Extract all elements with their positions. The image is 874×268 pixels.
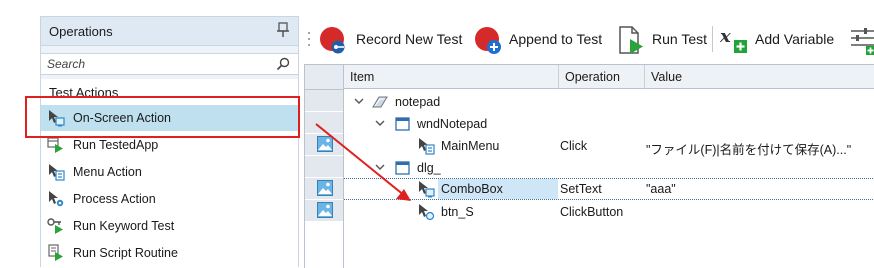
column-header-value[interactable]: Value [645,65,874,89]
item-name: notepad [395,95,441,109]
append-to-test-label: Append to Test [509,31,603,47]
table-row[interactable]: wndNotepad [344,113,874,135]
chevron-down-icon[interactable] [375,118,385,128]
column-header-item[interactable]: Item [344,65,559,89]
item-name: wndNotepad [417,117,488,131]
gutter-cell[interactable] [305,134,343,156]
toolbar: Record New Test Append to Test Run Test … [303,16,874,62]
run-script-routine-icon [48,244,63,261]
item-name: ComboBox [441,182,503,196]
search-icon[interactable] [276,57,290,71]
append-record-icon [475,27,501,54]
operations-title: Operations [49,24,113,39]
column-header-label: Operation [565,70,620,84]
search-input[interactable]: Search [47,57,85,71]
menu-action-icon [49,164,65,181]
table-row[interactable]: MainMenu Click "ファイル(F)|名前を付けて保存(A)..." [344,135,874,157]
operation-label: Run Script Routine [73,246,178,260]
table-row[interactable]: notepad [344,91,874,113]
record-new-test-label: Record New Test [356,31,463,47]
screenshot-icon[interactable] [317,136,333,152]
item-name: dlg_ [417,161,441,175]
operation-menu-action[interactable]: Menu Action [41,159,298,185]
record-icon [320,27,345,54]
add-variable-button[interactable]: x Add Variable [719,22,849,56]
test-steps-grid: Item Operation Value notepad wndNotepad [304,64,874,268]
operation-run-script-routine[interactable]: Run Script Routine [41,240,298,266]
item-name: btn_S [441,205,474,219]
table-row[interactable]: dlg_ [344,157,874,179]
add-variable-icon: x [719,26,747,53]
screenshot-icon[interactable] [317,202,333,218]
screenshot-icon[interactable] [317,180,333,196]
chevron-down-icon[interactable] [375,162,385,172]
gutter-cell[interactable] [305,178,343,200]
operation-run-keyword-test[interactable]: Run Keyword Test [41,213,298,239]
gutter-cell [305,112,343,134]
column-header-operation[interactable]: Operation [559,65,645,89]
toolbar-separator [712,26,713,52]
item-name-cell[interactable]: ComboBox [438,179,558,199]
window-icon [395,161,410,175]
run-test-icon [619,26,643,54]
operation-label: Process Action [73,192,156,206]
run-test-label: Run Test [652,31,707,47]
operations-search-box[interactable]: Search [41,53,298,75]
gutter-cell [305,156,343,178]
append-to-test-button[interactable]: Append to Test [473,22,613,56]
operation-label: Run TestedApp [73,138,159,152]
item-name: MainMenu [441,139,500,153]
column-header-label: Value [651,70,683,84]
highlight-annotation [25,96,300,138]
process-action-icon [49,191,64,207]
operations-panel: Operations Search Test Actions On-Screen… [40,16,299,268]
operation-process-action[interactable]: Process Action [41,186,298,212]
menu-action-icon [419,138,435,155]
window-icon [395,117,410,131]
chevron-down-icon[interactable] [354,96,364,106]
sliders-icon [851,28,874,55]
table-row[interactable]: btn_S ClickButton [344,201,874,223]
operation-cell[interactable]: Click [560,139,587,153]
pin-icon[interactable] [276,22,290,38]
operation-cell[interactable]: SetText [560,182,602,196]
application-icon [372,96,388,108]
value-cell[interactable]: "ファイル(F)|名前を付けて保存(A)..." [646,139,851,158]
gutter-cell [305,90,343,112]
run-keyword-test-icon [47,218,63,234]
operation-cell[interactable]: ClickButton [560,205,623,219]
row-gutter [305,65,344,268]
operation-label: Menu Action [73,165,142,179]
gutter-header [305,65,343,90]
table-row-selected[interactable]: ComboBox SetText "aaa" [344,178,874,200]
run-testedapp-icon [47,137,63,153]
column-header-label: Item [350,70,375,84]
run-test-button[interactable]: Run Test [616,22,708,56]
gutter-cell[interactable] [305,200,343,222]
operation-label: Run Keyword Test [73,219,175,233]
operations-header: Operations [41,17,298,46]
settings-overflow-button[interactable] [849,22,874,56]
svg-text:x: x [719,26,731,47]
click-button-icon [419,204,435,221]
on-screen-action-icon [419,181,435,198]
value-cell[interactable]: "aaa" [646,182,676,196]
toolbar-grip-icon [308,32,310,46]
add-variable-label: Add Variable [755,31,835,47]
record-new-test-button[interactable]: Record New Test [318,22,470,56]
